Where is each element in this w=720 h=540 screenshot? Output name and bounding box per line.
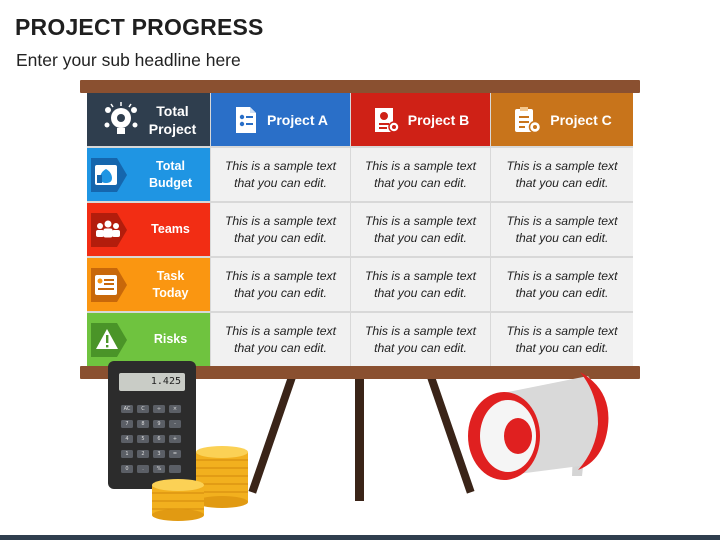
calculator-key: 1	[121, 450, 133, 458]
header-label-project-c: Project C	[550, 111, 612, 128]
clipboard-gear-icon	[512, 105, 542, 135]
row-label-task-today-line2: Today	[152, 285, 189, 300]
cell-text: This is a sample text that you can edit.	[364, 323, 477, 355]
lightbulb-gears-icon	[101, 100, 141, 140]
row-label-task-today: Task Today	[87, 258, 210, 311]
cell-text: This is a sample text that you can edit.	[364, 268, 477, 300]
task-board-icon	[91, 267, 127, 302]
warning-icon	[91, 322, 127, 357]
cell-teams-project-c: This is a sample text that you can edit.	[491, 203, 633, 256]
cell-budget-project-b: This is a sample text that you can edit.	[351, 148, 490, 201]
progress-table: Total Project Project A Project B Projec…	[87, 93, 633, 366]
row-label-task-today-line1: Task	[156, 268, 185, 283]
cell-text: This is a sample text that you can edit.	[364, 158, 477, 190]
calculator-key: 2	[137, 450, 149, 458]
document-icon	[233, 105, 259, 135]
header-project-a: Project A	[211, 93, 350, 146]
cell-text: This is a sample text that you can edit.	[224, 323, 337, 355]
header-label-project-a: Project A	[267, 111, 328, 128]
header-total-project: Total Project	[87, 93, 210, 146]
calculator-key: ×	[169, 405, 181, 413]
team-icon	[91, 212, 127, 247]
cell-task-project-c: This is a sample text that you can edit.	[491, 258, 633, 311]
cell-text: This is a sample text that you can edit.	[506, 268, 618, 300]
cell-text: This is a sample text that you can edit.	[224, 158, 337, 190]
cell-task-project-a: This is a sample text that you can edit.	[211, 258, 350, 311]
calculator-key: 5	[137, 435, 149, 443]
calculator-key: C	[137, 405, 149, 413]
cell-text: This is a sample text that you can edit.	[224, 213, 337, 245]
cell-risks-project-a: This is a sample text that you can edit.	[211, 313, 350, 366]
cell-teams-project-a: This is a sample text that you can edit.	[211, 203, 350, 256]
coin-stacks-illustration	[152, 446, 248, 521]
cell-risks-project-b: This is a sample text that you can edit.	[351, 313, 490, 366]
calculator-key: 4	[121, 435, 133, 443]
header-project-b: Project B	[351, 93, 490, 146]
cell-task-project-b: This is a sample text that you can edit.	[351, 258, 490, 311]
calculator-key: 8	[137, 420, 149, 428]
calculator-key: AC	[121, 405, 133, 413]
cell-text: This is a sample text that you can edit.	[506, 213, 618, 245]
cell-teams-project-b: This is a sample text that you can edit.	[351, 203, 490, 256]
cell-text: This is a sample text that you can edit.	[224, 268, 337, 300]
megaphone-illustration	[468, 372, 609, 480]
calculator-key: 7	[121, 420, 133, 428]
row-label-total-budget: Total Budget	[87, 148, 210, 201]
header-project-c: Project C	[491, 93, 633, 146]
calculator-key: 9	[153, 420, 165, 428]
coin-stack-short	[152, 479, 204, 521]
row-label-total-budget-line2: Budget	[148, 175, 193, 190]
row-label-risks-line1: Risks	[153, 332, 188, 346]
header-label-project-b: Project B	[407, 111, 470, 128]
row-label-teams-line1: Teams	[151, 222, 190, 236]
cell-text: This is a sample text that you can edit.	[506, 158, 618, 190]
header-corner-line2: Project	[148, 120, 197, 137]
page-subtitle: Enter your sub headline here	[16, 50, 241, 70]
page-title: PROJECT PROGRESS	[15, 14, 264, 40]
cell-text: This is a sample text that you can edit.	[364, 213, 477, 245]
cell-budget-project-c: This is a sample text that you can edit.	[491, 148, 633, 201]
cell-text: This is a sample text that you can edit.	[506, 323, 618, 355]
row-label-teams: Teams	[87, 203, 210, 256]
calculator-key: ÷	[153, 405, 165, 413]
cell-risks-project-c: This is a sample text that you can edit.	[491, 313, 633, 366]
calculator-key: -	[169, 420, 181, 428]
money-bag-icon	[91, 157, 127, 192]
row-label-risks: Risks	[87, 313, 210, 366]
easel-top-rail	[80, 80, 640, 93]
calculator-display: 1.425	[119, 373, 185, 391]
calculator-key: 0	[121, 465, 133, 473]
footer-bar	[0, 535, 720, 540]
calculator-key: .	[137, 465, 149, 473]
row-label-total-budget-line1: Total	[156, 158, 185, 173]
header-corner-line1: Total	[156, 102, 189, 119]
easel-leg-left	[248, 375, 296, 494]
certificate-icon	[372, 105, 400, 135]
cell-budget-project-a: This is a sample text that you can edit.	[211, 148, 350, 201]
easel-leg-center	[355, 379, 364, 501]
